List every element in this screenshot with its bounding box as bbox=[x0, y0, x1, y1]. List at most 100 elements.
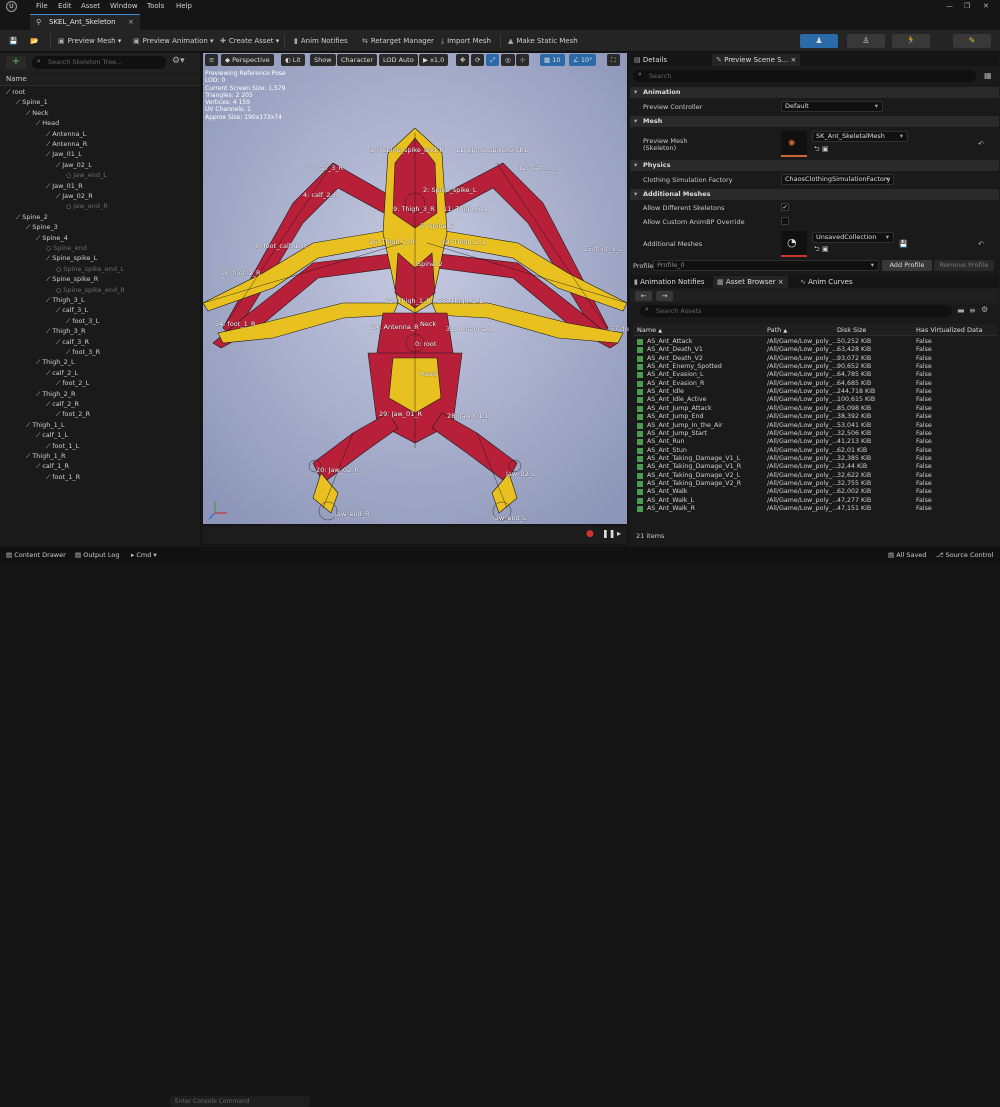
settings-mode-button[interactable]: ✎ bbox=[953, 34, 991, 48]
asset-row[interactable]: AS_Ant_Enemy_Spotted/All/Game/Low_poly_.… bbox=[633, 363, 997, 371]
bone-item[interactable]: ◌ Spine_spike_end_L bbox=[56, 264, 124, 274]
bone-item[interactable]: ⟋ foot_1_L bbox=[46, 441, 79, 451]
reset-collection-icon[interactable]: ↶ bbox=[978, 240, 984, 248]
viewport[interactable] bbox=[203, 53, 627, 524]
bone-item[interactable]: ⟋ Thigh_2_R bbox=[36, 389, 76, 399]
bone-item[interactable]: ⟋ Antenna_L bbox=[46, 129, 86, 139]
allow-different-skeletons-checkbox[interactable]: ✓ bbox=[781, 203, 789, 211]
bone-item[interactable]: ⟋ Thigh_1_R bbox=[26, 451, 66, 461]
asset-row[interactable]: AS_Ant_Taking_Damage_V1_R/All/Game/Low_p… bbox=[633, 463, 997, 471]
folder-icon[interactable]: ▬ bbox=[957, 306, 965, 315]
details-search-input[interactable]: ⌕ Search bbox=[633, 70, 976, 82]
asset-row[interactable]: AS_Ant_Attack/All/Game/Low_poly_... 50,25… bbox=[633, 338, 997, 346]
asset-settings-gear-icon[interactable]: ⚙ bbox=[981, 305, 988, 314]
asset-row[interactable]: AS_Ant_Jump_Start/All/Game/Low_poly_... 3… bbox=[633, 430, 997, 438]
bone-item[interactable]: ⟋ Spine_3 bbox=[26, 222, 58, 232]
collection-thumbnail[interactable]: ◔ bbox=[781, 231, 807, 257]
col-name[interactable]: Name ▲ bbox=[637, 326, 662, 334]
tab-details[interactable]: ▤ Details bbox=[634, 54, 667, 66]
asset-row[interactable]: AS_Ant_Stun/All/Game/Low_poly_... 62,01 K… bbox=[633, 447, 997, 455]
close-tab-icon[interactable]: × bbox=[128, 18, 134, 26]
viewport-menu-icon[interactable]: ≡ bbox=[205, 54, 219, 66]
snap-icon[interactable]: ⊹ bbox=[516, 54, 530, 66]
bone-item[interactable]: ⟋ foot_1_R bbox=[46, 472, 80, 482]
asset-row[interactable]: AS_Ant_Death_V1/All/Game/Low_poly_... 63,… bbox=[633, 346, 997, 354]
asset-row[interactable]: AS_Ant_Taking_Damage_V2_L/All/Game/Low_p… bbox=[633, 472, 997, 480]
record-icon[interactable]: ● bbox=[586, 529, 594, 539]
content-drawer-button[interactable]: ▤ Content Drawer bbox=[6, 551, 66, 559]
unreal-logo-icon[interactable]: U bbox=[6, 1, 17, 12]
rotate-icon[interactable]: ⟳ bbox=[471, 54, 485, 66]
col-path[interactable]: Path ▲ bbox=[767, 326, 787, 334]
reset-icon[interactable]: ↶ bbox=[978, 140, 984, 148]
tab-asset-browser[interactable]: ▦ Asset Browser × bbox=[713, 276, 788, 288]
bone-item[interactable]: ⟋ Neck bbox=[26, 108, 48, 118]
preview-mesh-button[interactable]: ▣ Preview Mesh ▾ bbox=[58, 34, 121, 48]
show-button[interactable]: Show bbox=[310, 54, 336, 66]
asset-row[interactable]: AS_Ant_Walk_R/All/Game/Low_poly_... 47,15… bbox=[633, 505, 997, 513]
menu-help[interactable]: Help bbox=[176, 2, 192, 10]
bone-item[interactable]: ⟋ Jaw_01_R bbox=[46, 181, 83, 191]
asset-row[interactable]: AS_Ant_Run/All/Game/Low_poly_... 41,213 K… bbox=[633, 438, 997, 446]
menu-edit[interactable]: Edit bbox=[58, 2, 72, 10]
mesh-thumbnail[interactable]: ✺ bbox=[781, 131, 807, 157]
document-tab[interactable]: ⚲ SKEL_Ant_Skeleton × bbox=[30, 14, 140, 30]
section-mesh[interactable]: Mesh bbox=[630, 116, 999, 127]
browse-collection-icon[interactable]: ⮌ ▣ bbox=[814, 245, 828, 256]
filter-icon[interactable]: ≡ bbox=[969, 306, 976, 315]
bone-item[interactable]: ⟋ Thigh_1_L bbox=[26, 420, 65, 430]
bone-item[interactable]: ⟋ foot_3_L bbox=[66, 316, 99, 326]
tab-preview-scene[interactable]: ✎ Preview Scene S... × bbox=[712, 54, 801, 66]
grid-view-icon[interactable]: ▦ bbox=[984, 71, 992, 80]
bone-item[interactable]: ⟋ foot_2_L bbox=[56, 378, 89, 388]
save-icon[interactable]: 💾 bbox=[9, 34, 18, 48]
skeleton-tree-search[interactable]: ⌕ Search Skeleton Tree... bbox=[32, 56, 166, 69]
bone-item[interactable]: ◌ Jaw_end_R bbox=[66, 201, 108, 211]
bone-item[interactable]: ⟋ Thigh_3_L bbox=[46, 295, 85, 305]
bone-item[interactable]: ◌ Spine_end bbox=[46, 243, 87, 253]
all-saved-indicator[interactable]: ▤ All Saved bbox=[888, 551, 926, 559]
source-control-button[interactable]: ⎇ Source Control bbox=[936, 551, 993, 559]
tab-animation-notifies[interactable]: ▮ Animation Notifies bbox=[634, 276, 705, 288]
forward-arrow-icon[interactable]: → bbox=[656, 291, 673, 301]
lod-button[interactable]: LOD Auto bbox=[379, 54, 418, 66]
asset-row[interactable]: AS_Ant_Taking_Damage_V1_L/All/Game/Low_p… bbox=[633, 455, 997, 463]
console-input[interactable]: Enter Console Command bbox=[170, 1096, 310, 1107]
bone-item[interactable]: ⟋ Jaw_01_L bbox=[46, 149, 82, 159]
bone-item[interactable]: ⟋ foot_3_R bbox=[66, 347, 100, 357]
bone-item[interactable]: ⟋ Jaw_02_L bbox=[56, 160, 92, 170]
bone-item[interactable]: ⟋ Thigh_2_L bbox=[36, 357, 75, 367]
bone-item[interactable]: ⟋ root bbox=[6, 87, 25, 97]
section-animation[interactable]: Animation bbox=[630, 87, 999, 98]
maximize-icon[interactable]: ❐ bbox=[964, 2, 970, 10]
menu-file[interactable]: File bbox=[36, 2, 48, 10]
col-virtualized[interactable]: Has Virtualized Data bbox=[916, 326, 983, 334]
profile-select[interactable]: Profile_0 bbox=[653, 260, 879, 271]
scale-icon[interactable]: ⤢ bbox=[486, 54, 500, 66]
pause-icon[interactable]: ❚❚ bbox=[602, 529, 615, 538]
asset-row[interactable]: AS_Ant_Death_V2/All/Game/Low_poly_... 93,… bbox=[633, 355, 997, 363]
asset-row[interactable]: AS_Ant_Walk/All/Game/Low_poly_... 62,002 … bbox=[633, 488, 997, 496]
asset-row[interactable]: AS_Ant_Idle/All/Game/Low_poly_... 244,718… bbox=[633, 388, 997, 396]
asset-row[interactable]: AS_Ant_Walk_L/All/Game/Low_poly_... 47,27… bbox=[633, 497, 997, 505]
skeleton-settings-gear-icon[interactable]: ⚙▾ bbox=[172, 56, 185, 66]
translate-icon[interactable]: ✥ bbox=[456, 54, 470, 66]
import-mesh-button[interactable]: ⤓ Import Mesh bbox=[441, 34, 491, 48]
bone-item[interactable]: ⟋ Jaw_02_R bbox=[56, 191, 93, 201]
clothing-sim-select[interactable]: ChaosClothingSimulationFactory bbox=[781, 174, 894, 185]
perspective-button[interactable]: ◆ Perspective bbox=[221, 54, 274, 66]
bone-item[interactable]: ⟋ calf_3_R bbox=[56, 337, 89, 347]
animation-mode-button[interactable]: 🏃 bbox=[892, 34, 930, 48]
grid-snap-button[interactable]: ▦ 10 bbox=[540, 54, 565, 66]
bone-item[interactable]: ⟋ calf_1_L bbox=[36, 430, 68, 440]
preview-controller-select[interactable]: Default bbox=[781, 101, 883, 112]
bone-item[interactable]: ⟋ Antenna_R bbox=[46, 139, 87, 149]
asset-row[interactable]: AS_Ant_Evasion_L/All/Game/Low_poly_... 64… bbox=[633, 371, 997, 379]
save-collection-icon[interactable]: 💾 bbox=[899, 240, 908, 248]
asset-row[interactable]: AS_Ant_Jump_End/All/Game/Low_poly_... 38,… bbox=[633, 413, 997, 421]
asset-row[interactable]: AS_Ant_Jump_In_the_Air/All/Game/Low_poly… bbox=[633, 422, 997, 430]
cmd-button[interactable]: ▸ Cmd ▾ bbox=[131, 551, 157, 559]
remove-profile-button[interactable]: Remove Profile bbox=[934, 260, 994, 271]
make-static-mesh-button[interactable]: ▲ Make Static Mesh bbox=[508, 34, 578, 48]
character-button[interactable]: Character bbox=[337, 54, 378, 66]
